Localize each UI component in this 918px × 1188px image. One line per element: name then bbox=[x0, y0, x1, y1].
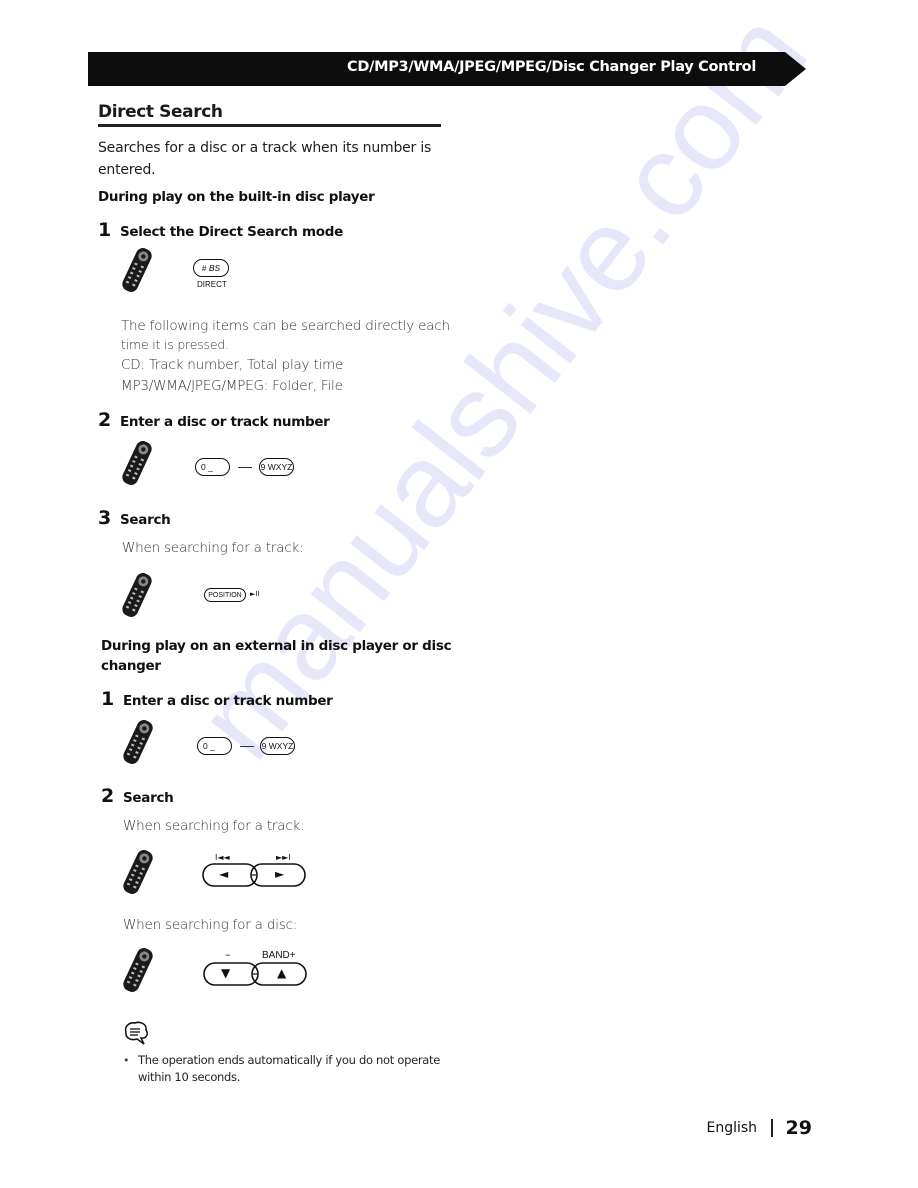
search-disc-desc: When searching for a disc: bbox=[123, 917, 298, 933]
key-9[interactable]: 9 WXYZ bbox=[259, 458, 294, 476]
step-number: 2 bbox=[101, 785, 114, 807]
builtin-step-1: 1 Select the Direct Search mode bbox=[98, 219, 343, 241]
key-0[interactable]: 0 _ bbox=[197, 737, 232, 755]
external-subhead-line-1: During play on an external in disc playe… bbox=[101, 638, 452, 654]
remote-control-icon bbox=[123, 850, 153, 894]
page-number: 29 bbox=[785, 1117, 812, 1139]
desc-line-4: MP3/WMA/JPEG/MPEG: Folder, File bbox=[121, 378, 343, 394]
external-step-2: 2 Search bbox=[101, 785, 174, 807]
section-underline bbox=[98, 124, 441, 127]
note-icon bbox=[124, 1021, 148, 1045]
step-number: 1 bbox=[98, 219, 111, 241]
page-footer: English 29 bbox=[706, 1117, 812, 1139]
remote-control-icon bbox=[122, 248, 152, 292]
step-label: Select the Direct Search mode bbox=[120, 224, 343, 240]
step-number: 1 bbox=[101, 688, 114, 710]
step-label: Search bbox=[123, 790, 174, 806]
builtin-step-3: 3 Search bbox=[98, 507, 171, 529]
direct-key-caption: DIRECT bbox=[197, 280, 227, 289]
builtin-subhead: During play on the built-in disc player bbox=[98, 189, 375, 205]
direct-key-button[interactable]: # BS bbox=[193, 259, 229, 277]
footer-language: English bbox=[706, 1120, 758, 1136]
desc-line-3: CD: Track number, Total play time bbox=[121, 357, 344, 373]
note-line-2: within 10 seconds. bbox=[138, 1070, 241, 1084]
next-track-label: ►►I bbox=[276, 853, 291, 862]
band-plus-label: BAND+ bbox=[262, 950, 296, 961]
intro-line-1: Searches for a disc or a track when its … bbox=[98, 140, 432, 156]
search-track-desc: When searching for a track: bbox=[122, 540, 304, 556]
track-left-key-outline bbox=[202, 863, 258, 887]
left-arrow-icon[interactable]: ◄ bbox=[219, 867, 228, 881]
remote-control-icon bbox=[122, 573, 152, 617]
external-subhead-line-2: changer bbox=[101, 658, 161, 674]
section-title: Direct Search bbox=[98, 102, 223, 122]
right-arrow-icon[interactable]: ► bbox=[275, 867, 284, 881]
disc-key-pair bbox=[203, 962, 307, 986]
step-label: Enter a disc or track number bbox=[120, 414, 330, 430]
remote-control-icon bbox=[122, 441, 152, 485]
key-9[interactable]: 9 WXYZ bbox=[260, 737, 295, 755]
track-key-pair bbox=[202, 863, 306, 887]
chapter-header-bar: CD/MP3/WMA/JPEG/MPEG/Disc Changer Play C… bbox=[88, 52, 806, 86]
disc-left-key-outline bbox=[203, 962, 259, 986]
note-text: The operation ends automatically if you … bbox=[138, 1052, 448, 1086]
note-line-1: The operation ends automatically if you … bbox=[138, 1053, 441, 1067]
step-number: 2 bbox=[98, 409, 111, 431]
external-step-1: 1 Enter a disc or track number bbox=[101, 688, 333, 710]
note-bullet: • bbox=[123, 1054, 130, 1067]
builtin-step-2: 2 Enter a disc or track number bbox=[98, 409, 330, 431]
play-pause-icon: ►II bbox=[250, 590, 260, 598]
prev-track-label: I◄◄ bbox=[215, 853, 230, 862]
footer-separator bbox=[771, 1119, 773, 1137]
up-arrow-icon[interactable]: ▲ bbox=[277, 966, 286, 980]
step-number: 3 bbox=[98, 507, 111, 529]
step-label: Search bbox=[120, 512, 171, 528]
intro-line-2: entered. bbox=[98, 162, 156, 178]
remote-control-icon bbox=[123, 948, 153, 992]
desc-line-1: The following items can be searched dire… bbox=[121, 318, 450, 334]
desc-line-2: time it is pressed. bbox=[121, 337, 229, 352]
range-dash bbox=[240, 746, 254, 747]
remote-control-icon bbox=[123, 720, 153, 764]
key-0[interactable]: 0 _ bbox=[195, 458, 230, 476]
chapter-title: CD/MP3/WMA/JPEG/MPEG/Disc Changer Play C… bbox=[347, 59, 756, 75]
down-arrow-icon[interactable]: ▼ bbox=[221, 966, 230, 980]
range-dash bbox=[238, 467, 252, 468]
band-minus-label: – bbox=[225, 948, 231, 961]
search-track-desc: When searching for a track: bbox=[123, 818, 305, 834]
step-label: Enter a disc or track number bbox=[123, 693, 333, 709]
position-key-button[interactable]: POSITION bbox=[204, 588, 246, 602]
